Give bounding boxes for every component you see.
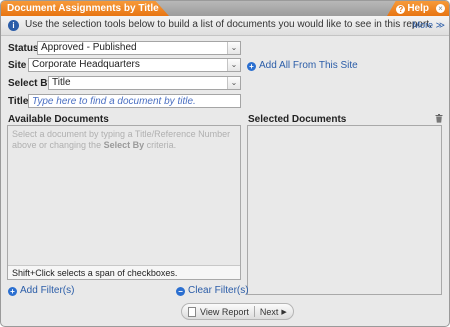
button-divider	[253, 306, 255, 317]
info-bar: i Use the selection tools below to build…	[1, 16, 449, 36]
clear-filters-link[interactable]: − Clear Filter(s)	[176, 285, 249, 296]
add-all-label: Add All From This Site	[259, 60, 358, 71]
site-value: Corporate Headquarters	[32, 59, 140, 70]
add-filters-link[interactable]: + Add Filter(s)	[8, 285, 74, 296]
help-button[interactable]: ? Help	[396, 1, 429, 16]
status-select[interactable]: Approved - Published ⌄	[37, 41, 241, 55]
available-documents-list[interactable]: Select a document by typing a Title/Refe…	[7, 125, 241, 280]
add-all-from-site-link[interactable]: + Add All From This Site	[247, 60, 358, 71]
view-report-button[interactable]: View Report	[200, 307, 249, 317]
info-icon: i	[8, 20, 19, 31]
document-icon	[188, 306, 196, 317]
selected-documents-list[interactable]	[247, 125, 442, 295]
info-text: Use the selection tools below to build a…	[25, 19, 432, 30]
site-label: Site	[8, 60, 27, 71]
chevron-down-icon: ⌄	[227, 59, 240, 71]
next-button[interactable]: Next	[260, 307, 279, 317]
more-button[interactable]: More ≫	[413, 20, 445, 31]
close-icon[interactable]: ×	[436, 4, 445, 13]
action-button-group: View Report Next ▶	[181, 303, 294, 320]
plus-icon: +	[247, 62, 256, 71]
trash-icon[interactable]	[435, 114, 443, 123]
chevron-down-icon: ⌄	[227, 77, 240, 89]
plus-icon: +	[8, 287, 17, 296]
help-label: Help	[407, 3, 429, 14]
title-search-input[interactable]	[28, 94, 241, 108]
available-documents-heading: Available Documents	[8, 114, 109, 125]
title-bar: Document Assignments by Title ? Help ×	[1, 1, 449, 16]
help-icon: ?	[396, 5, 406, 14]
site-select[interactable]: Corporate Headquarters ⌄	[28, 58, 241, 72]
add-filters-label: Add Filter(s)	[20, 285, 75, 296]
select-by-label: Select By	[8, 78, 54, 89]
status-label: Status	[8, 43, 39, 54]
status-value: Approved - Published	[41, 42, 137, 53]
chevron-down-icon: ⌄	[227, 42, 240, 54]
minus-icon: −	[176, 287, 185, 296]
select-by-value: Title	[52, 77, 71, 88]
clear-filters-label: Clear Filter(s)	[188, 285, 249, 296]
title-label: Title	[8, 96, 29, 107]
select-by-select[interactable]: Title ⌄	[48, 76, 241, 90]
available-hint: Select a document by typing a Title/Refe…	[12, 129, 231, 150]
play-right-icon: ▶	[281, 308, 287, 316]
shift-click-hint: Shift+Click selects a span of checkboxes…	[8, 265, 240, 279]
report-window: Document Assignments by Title ? Help × i …	[0, 0, 450, 327]
selected-documents-heading: Selected Documents	[248, 114, 347, 125]
window-title: Document Assignments by Title	[1, 1, 169, 16]
